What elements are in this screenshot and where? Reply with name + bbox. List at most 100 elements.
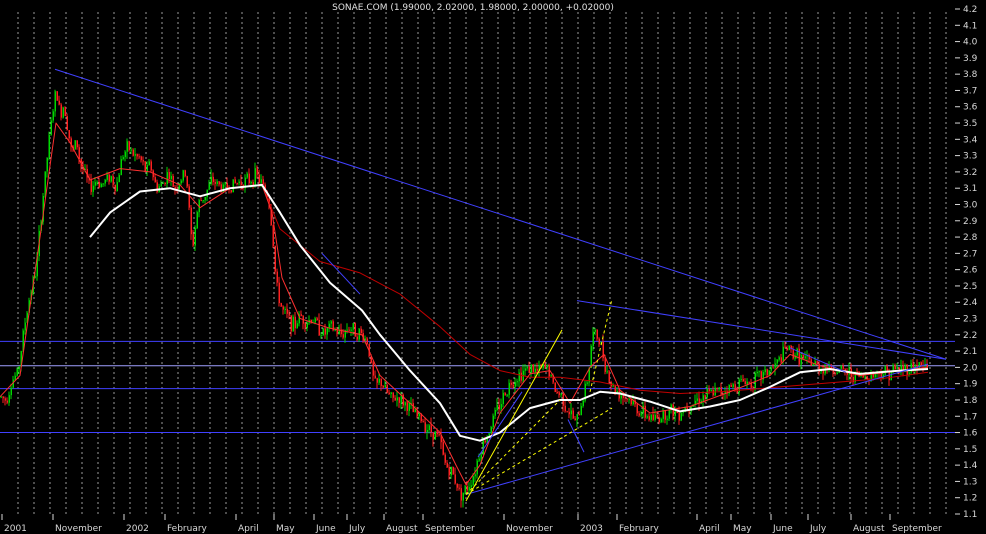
candle-body — [792, 349, 794, 359]
candle-body — [396, 397, 398, 401]
candle-body — [758, 371, 760, 373]
x-tick-label: May — [733, 524, 752, 534]
candle-body — [174, 186, 176, 189]
candle-body — [202, 200, 204, 202]
candle-body — [770, 367, 772, 371]
candle-body — [772, 367, 774, 369]
candle-body — [444, 454, 446, 463]
candle-body — [138, 156, 140, 158]
candle-body — [68, 129, 70, 139]
candle-body — [448, 467, 450, 476]
candle-body — [780, 357, 782, 363]
candle-body — [696, 398, 698, 401]
candle-body — [426, 430, 428, 432]
candle-body — [188, 186, 190, 208]
candle-body — [760, 371, 762, 380]
chart-title: SONAE.COM (1.99000, 2.02000, 1.98000, 2.… — [332, 3, 614, 13]
candle-body — [490, 427, 492, 434]
candle-body — [804, 356, 806, 359]
candle-body — [240, 181, 242, 185]
x-tick-label: 2003 — [580, 524, 603, 534]
candle-body — [96, 181, 98, 183]
candle-body — [204, 196, 206, 201]
candle-body — [324, 328, 326, 335]
candle-body — [236, 183, 238, 185]
candle-body — [212, 176, 214, 183]
candle-body — [450, 466, 452, 476]
candle-body — [66, 116, 68, 130]
candle-body — [378, 378, 380, 383]
candle-body — [314, 318, 316, 323]
candle-body — [536, 368, 538, 371]
candle-body — [572, 410, 574, 419]
candle-body — [122, 157, 124, 160]
candle-body — [14, 375, 16, 380]
y-tick-label: 1.8 — [963, 396, 978, 406]
candle-body — [720, 387, 722, 394]
candle-body — [234, 179, 236, 184]
y-tick-label: 2.2 — [963, 331, 977, 341]
candle-body — [682, 412, 684, 414]
candle-body — [164, 182, 166, 184]
y-tick-label: 3.7 — [963, 86, 977, 96]
candle-body — [404, 402, 406, 406]
x-tick-label: June — [315, 524, 336, 534]
candle-body — [834, 373, 836, 375]
candle-body — [430, 425, 432, 433]
candle-body — [280, 303, 282, 307]
candle-body — [162, 182, 164, 184]
candle-body — [300, 314, 302, 316]
x-tick-label: February — [619, 524, 660, 534]
candle-body — [248, 173, 250, 184]
candle-body — [386, 384, 388, 393]
x-tick-label: May — [276, 524, 295, 534]
candle-body — [18, 366, 20, 370]
candle-body — [354, 323, 356, 337]
candle-body — [894, 365, 896, 370]
candle-body — [380, 378, 382, 386]
candle-body — [776, 359, 778, 364]
candle-body — [390, 392, 392, 394]
y-tick-label: 2.9 — [963, 217, 978, 227]
chart-background — [0, 0, 986, 534]
y-tick-label: 2.0 — [963, 363, 978, 373]
candle-body — [782, 346, 784, 363]
x-tick-label: April — [238, 524, 259, 534]
candle-body — [246, 173, 248, 178]
candle-body — [488, 433, 490, 436]
candle-body — [466, 486, 468, 491]
candle-body — [566, 411, 568, 413]
candle-body — [184, 170, 186, 177]
candle-body — [596, 329, 598, 339]
candle-body — [10, 387, 12, 396]
y-tick-label: 1.2 — [963, 494, 977, 504]
candle-body — [126, 141, 128, 152]
candle-body — [322, 328, 324, 336]
candle-body — [170, 175, 172, 180]
candle-body — [604, 358, 606, 372]
candle-body — [78, 147, 80, 160]
candle-body — [702, 395, 704, 401]
candle-body — [598, 338, 600, 345]
candle-body — [816, 361, 818, 364]
candle-body — [256, 168, 258, 175]
candle-body — [200, 200, 202, 202]
candle-body — [636, 404, 638, 414]
candle-body — [798, 348, 800, 365]
candle-body — [136, 154, 138, 157]
candle-body — [778, 357, 780, 360]
candle-body — [128, 141, 130, 151]
candle-body — [76, 140, 78, 148]
candle-body — [166, 172, 168, 184]
price-chart[interactable]: 4.2 4.1 4.0 3.9 3.8 3.7 3.6 3.5 3.4 3.3 3.2 3.1 3.0 2… — [0, 0, 986, 534]
candle-body — [520, 372, 522, 381]
candle-body — [276, 271, 278, 283]
candle-body — [480, 454, 482, 459]
candle-body — [714, 387, 716, 396]
x-tick-label: February — [167, 524, 208, 534]
y-tick-label: 1.5 — [963, 445, 977, 455]
candle-body — [194, 228, 196, 246]
candle-body — [424, 422, 426, 432]
candle-body — [196, 212, 198, 229]
candle-body — [896, 367, 898, 370]
